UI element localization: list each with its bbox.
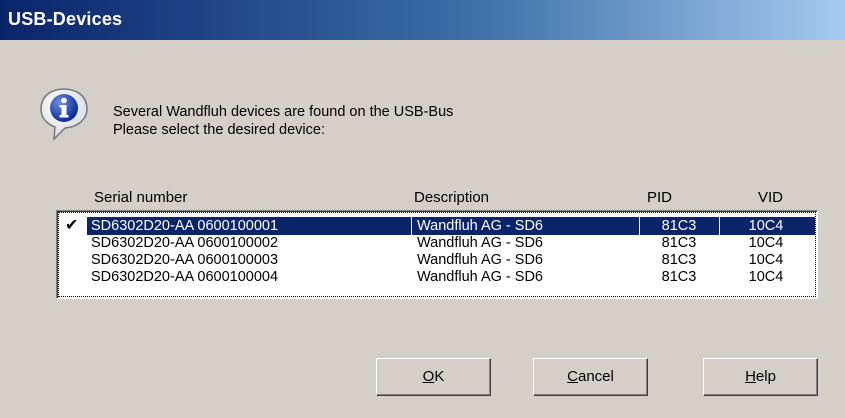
cell-pid: 81C3 [661, 269, 697, 285]
cell-serial: SD6302D20-AA 0600100004 [91, 269, 279, 285]
ok-button[interactable]: OK [376, 358, 491, 396]
cell-serial: SD6302D20-AA 0600100003 [91, 252, 279, 268]
device-row-4[interactable]: SD6302D20-AA 0600100004 Wandfluh AG - SD… [59, 268, 815, 286]
cancel-button[interactable]: Cancel [533, 358, 648, 396]
cell-description: Wandfluh AG - SD6 [417, 269, 543, 285]
info-icon [40, 88, 88, 141]
title-bar[interactable]: USB-Devices [0, 0, 845, 40]
cell-pid: 81C3 [661, 252, 697, 268]
ok-accelerator: O [422, 368, 435, 385]
help-button[interactable]: Help [703, 358, 818, 396]
checkmark-icon: ✔ [65, 217, 79, 234]
cell-pid: 81C3 [661, 235, 697, 251]
help-label: elp [755, 368, 776, 385]
column-header-pid: PID [647, 189, 673, 206]
cell-vid: 10C4 [748, 218, 784, 234]
cell-pid: 81C3 [661, 218, 697, 234]
help-accelerator: H [745, 368, 756, 385]
cancel-label: ancel [577, 368, 614, 385]
cell-description: Wandfluh AG - SD6 [417, 252, 543, 268]
message-line-1: Several Wandfluh devices are found on th… [113, 104, 454, 120]
cell-vid: 10C4 [748, 235, 784, 251]
window-title: USB-Devices [8, 9, 123, 29]
cell-vid: 10C4 [748, 252, 784, 268]
cell-description: Wandfluh AG - SD6 [417, 235, 543, 251]
cell-description: Wandfluh AG - SD6 [417, 218, 543, 234]
column-header-serial: Serial number [94, 189, 188, 206]
device-row-2[interactable]: SD6302D20-AA 0600100002 Wandfluh AG - SD… [59, 234, 815, 252]
message-text: Several Wandfluh devices are found on th… [113, 103, 453, 139]
cell-vid: 10C4 [748, 269, 784, 285]
device-list-focus-frame: ✔ SD6302D20-AA 0600100001 Wandfluh AG - … [58, 212, 816, 297]
column-separator [719, 217, 720, 235]
cancel-accelerator: C [567, 368, 578, 385]
cell-serial: SD6302D20-AA 0600100002 [91, 235, 279, 251]
cell-serial: SD6302D20-AA 0600100001 [91, 218, 279, 234]
usb-devices-dialog: USB-Devices Several Wandfluh devices are… [0, 0, 845, 418]
column-separator [639, 217, 640, 235]
message-line-2: Please select the desired device: [113, 122, 325, 138]
column-header-vid: VID [758, 189, 784, 206]
column-header-description: Description [414, 189, 490, 206]
column-separator [411, 217, 412, 235]
ok-label: K [434, 368, 445, 385]
device-row-1[interactable]: ✔ SD6302D20-AA 0600100001 Wandfluh AG - … [59, 217, 815, 235]
device-row-3[interactable]: SD6302D20-AA 0600100003 Wandfluh AG - SD… [59, 251, 815, 269]
device-list[interactable]: ✔ SD6302D20-AA 0600100001 Wandfluh AG - … [56, 210, 818, 299]
